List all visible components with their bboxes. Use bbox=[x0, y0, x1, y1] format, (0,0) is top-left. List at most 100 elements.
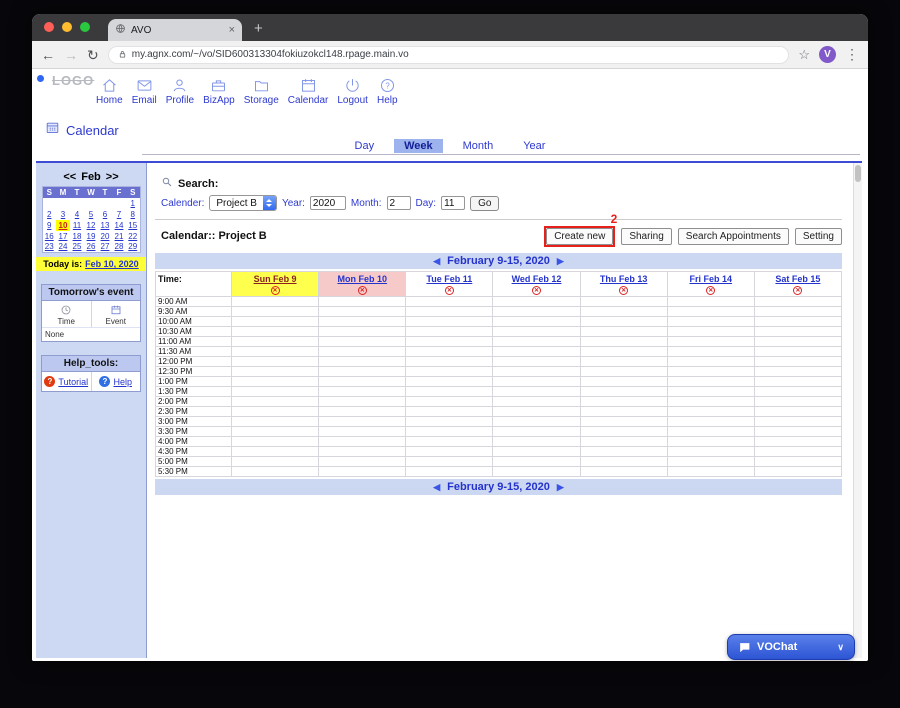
time-slot[interactable] bbox=[230, 446, 320, 457]
time-slot[interactable] bbox=[318, 346, 407, 357]
day-input[interactable] bbox=[441, 196, 466, 210]
time-slot[interactable] bbox=[492, 426, 581, 437]
time-slot[interactable] bbox=[318, 416, 407, 427]
setting-button[interactable]: Setting bbox=[794, 227, 842, 245]
vochat-widget[interactable]: VOChat ∨ bbox=[727, 634, 855, 660]
new-tab-button[interactable]: + bbox=[254, 20, 263, 37]
time-slot[interactable] bbox=[230, 316, 320, 327]
tab-year[interactable]: Year bbox=[513, 139, 555, 153]
time-slot[interactable] bbox=[230, 326, 320, 337]
time-slot[interactable] bbox=[666, 426, 755, 437]
minimize-window-button[interactable] bbox=[62, 22, 72, 32]
time-slot[interactable] bbox=[230, 336, 320, 347]
time-slot[interactable] bbox=[492, 336, 581, 347]
time-slot[interactable] bbox=[753, 446, 843, 457]
tab-week[interactable]: Week bbox=[394, 139, 443, 153]
time-slot[interactable] bbox=[753, 396, 843, 407]
time-slot[interactable] bbox=[579, 296, 668, 307]
time-slot[interactable] bbox=[318, 356, 407, 367]
zoom-window-button[interactable] bbox=[80, 22, 90, 32]
mini-day[interactable]: 18 bbox=[70, 231, 84, 242]
time-slot[interactable] bbox=[579, 366, 668, 377]
time-slot[interactable] bbox=[405, 316, 494, 327]
month-input[interactable] bbox=[386, 196, 411, 210]
day-link[interactable]: Sat Feb 15 bbox=[755, 274, 841, 284]
day-link[interactable]: Fri Feb 14 bbox=[668, 274, 754, 284]
time-slot[interactable] bbox=[492, 446, 581, 457]
mini-day[interactable]: 29 bbox=[126, 242, 140, 253]
time-slot[interactable] bbox=[666, 306, 755, 317]
mini-day[interactable]: 22 bbox=[126, 231, 140, 242]
time-slot[interactable] bbox=[230, 356, 320, 367]
delete-day-icon[interactable]: ✕ bbox=[444, 286, 454, 295]
time-slot[interactable] bbox=[318, 446, 407, 457]
tab-day[interactable]: Day bbox=[345, 139, 385, 153]
delete-day-icon[interactable]: ✕ bbox=[270, 286, 280, 295]
time-slot[interactable] bbox=[753, 296, 843, 307]
mini-day[interactable]: 3 bbox=[56, 209, 70, 220]
time-slot[interactable] bbox=[492, 406, 581, 417]
time-slot[interactable] bbox=[405, 366, 494, 377]
bookmark-star-icon[interactable]: ☆ bbox=[798, 47, 810, 63]
time-slot[interactable] bbox=[230, 466, 320, 477]
time-slot[interactable] bbox=[492, 376, 581, 387]
time-slot[interactable] bbox=[230, 376, 320, 387]
time-slot[interactable] bbox=[492, 356, 581, 367]
mini-day[interactable]: 8 bbox=[126, 209, 140, 220]
time-slot[interactable] bbox=[666, 326, 755, 337]
time-slot[interactable] bbox=[405, 346, 494, 357]
delete-day-icon[interactable]: ✕ bbox=[706, 286, 716, 295]
browser-menu-icon[interactable]: ⋮ bbox=[845, 46, 859, 63]
time-slot[interactable] bbox=[405, 356, 494, 367]
time-slot[interactable] bbox=[318, 436, 407, 447]
prev-week-icon[interactable]: ◀ bbox=[433, 256, 440, 266]
sharing-button[interactable]: Sharing bbox=[621, 227, 672, 245]
time-slot[interactable] bbox=[579, 396, 668, 407]
mini-day[interactable]: 10 bbox=[56, 219, 70, 231]
go-button[interactable]: Go bbox=[470, 195, 500, 211]
time-slot[interactable] bbox=[318, 376, 407, 387]
mini-day[interactable]: 26 bbox=[84, 242, 98, 253]
time-slot[interactable] bbox=[230, 306, 320, 317]
time-slot[interactable] bbox=[579, 426, 668, 437]
mini-day[interactable]: 23 bbox=[42, 242, 56, 253]
time-slot[interactable] bbox=[230, 416, 320, 427]
nav-item-logout[interactable]: Logout bbox=[337, 76, 368, 106]
time-slot[interactable] bbox=[666, 336, 755, 347]
today-date-link[interactable]: Feb 10, 2020 bbox=[85, 259, 139, 269]
time-slot[interactable] bbox=[753, 366, 843, 377]
time-slot[interactable] bbox=[492, 316, 581, 327]
time-slot[interactable] bbox=[579, 446, 668, 457]
nav-item-calendar[interactable]: Calendar bbox=[288, 76, 328, 106]
scrollbar[interactable] bbox=[853, 163, 862, 658]
time-slot[interactable] bbox=[405, 396, 494, 407]
time-slot[interactable] bbox=[405, 296, 494, 307]
browser-tab[interactable]: AVO × bbox=[108, 19, 242, 41]
time-slot[interactable] bbox=[318, 336, 407, 347]
mini-day[interactable]: 21 bbox=[112, 231, 126, 242]
calender-select[interactable]: Project B bbox=[209, 195, 277, 211]
time-slot[interactable] bbox=[579, 466, 668, 477]
time-slot[interactable] bbox=[492, 366, 581, 377]
time-slot[interactable] bbox=[318, 296, 407, 307]
time-slot[interactable] bbox=[318, 466, 407, 477]
time-slot[interactable] bbox=[753, 376, 843, 387]
time-slot[interactable] bbox=[492, 456, 581, 467]
nav-item-help[interactable]: ? Help bbox=[377, 76, 398, 106]
time-slot[interactable] bbox=[753, 326, 843, 337]
mini-day[interactable]: 9 bbox=[42, 220, 56, 231]
time-slot[interactable] bbox=[666, 396, 755, 407]
nav-item-bizapp[interactable]: BizApp bbox=[203, 76, 235, 106]
time-slot[interactable] bbox=[666, 376, 755, 387]
mini-day[interactable]: 16 bbox=[42, 231, 56, 242]
nav-item-profile[interactable]: Profile bbox=[166, 76, 194, 106]
create-new-button[interactable]: Create new bbox=[546, 227, 614, 245]
time-slot[interactable] bbox=[492, 386, 581, 397]
nav-item-email[interactable]: Email bbox=[132, 76, 157, 106]
time-slot[interactable] bbox=[579, 346, 668, 357]
time-slot[interactable] bbox=[318, 316, 407, 327]
time-slot[interactable] bbox=[318, 326, 407, 337]
time-slot[interactable] bbox=[318, 366, 407, 377]
time-slot[interactable] bbox=[666, 406, 755, 417]
nav-item-storage[interactable]: Storage bbox=[244, 76, 279, 106]
